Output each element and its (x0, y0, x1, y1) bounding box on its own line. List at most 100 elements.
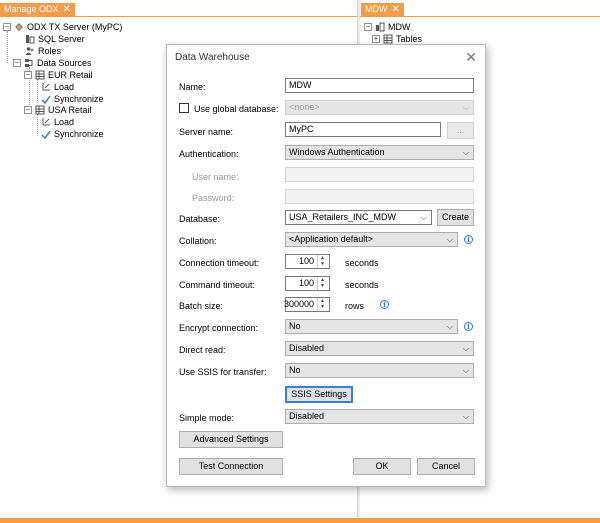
global-database-value: <none> (289, 102, 320, 112)
close-icon[interactable]: ✕ (392, 3, 400, 16)
users-icon (25, 46, 35, 56)
tree-node-roles[interactable]: Roles (25, 45, 61, 57)
tree-node-eur-retail[interactable]: − EUR Retail (24, 69, 93, 81)
tree-label: Load (54, 82, 75, 92)
tree-label: MDW (388, 22, 411, 32)
tree-node-sql-server[interactable]: SQL Server (25, 33, 85, 45)
simple-mode-select[interactable]: Disabled ⌵ (285, 409, 474, 424)
tree-node-usa-load[interactable]: Load (41, 116, 74, 128)
collapse-icon[interactable]: − (364, 23, 372, 31)
direct-read-label: Direct read: (179, 345, 226, 355)
authentication-select[interactable]: Windows Authentication ⌵ (285, 145, 474, 160)
tree-label: ODX TX Server (MyPC) (27, 22, 123, 32)
database-label: Database: (179, 214, 221, 224)
connection-timeout-unit: seconds (345, 258, 379, 268)
chevron-down-icon: ⌵ (462, 148, 469, 157)
tree-label: USA Retail (48, 105, 92, 115)
global-database-select[interactable]: <none> ⌵ (285, 100, 474, 115)
command-timeout-value: 100 (298, 278, 314, 288)
name-field[interactable]: MDW (285, 78, 474, 93)
command-timeout-label: Command timeout: (179, 280, 256, 290)
use-ssis-select[interactable]: No ⌵ (285, 363, 474, 378)
load-icon (41, 82, 51, 92)
tab-mdw[interactable]: MDW ✕ (361, 3, 404, 16)
info-icon[interactable]: i (464, 235, 473, 244)
use-global-database-checkbox[interactable] (179, 103, 189, 113)
tree-node-usa-retail[interactable]: − USA Retail (24, 104, 92, 116)
collation-label: Collation: (179, 236, 217, 246)
chevron-down-icon: ⌵ (462, 412, 469, 421)
spinner-arrows[interactable]: ▲ ▼ (317, 277, 329, 290)
encrypt-connection-select[interactable]: No ⌵ (285, 319, 458, 334)
browse-button[interactable]: ... (447, 122, 474, 139)
name-label: Name: (179, 82, 206, 92)
info-icon[interactable]: i (464, 322, 473, 331)
batch-size-value: 300000 (283, 299, 314, 309)
sync-icon (41, 94, 51, 105)
expand-icon[interactable]: + (372, 35, 380, 43)
tree-label: Data Sources (37, 58, 92, 68)
direct-read-value: Disabled (289, 343, 325, 353)
load-icon (41, 117, 51, 127)
encrypt-connection-value: No (289, 321, 301, 331)
command-timeout-stepper[interactable]: 100 ▲ ▼ (285, 276, 330, 291)
ok-button[interactable]: OK (353, 458, 411, 475)
tree-label: Tables (396, 34, 423, 44)
status-strip (0, 518, 600, 523)
server-name-field[interactable]: MyPC (285, 122, 441, 137)
encrypt-connection-label: Encrypt connection: (179, 323, 259, 333)
tab-mdw-label: MDW (365, 4, 388, 14)
database-value: USA_Retailers_INC_MDW (289, 212, 397, 222)
user-name-label: User name: (192, 172, 239, 182)
tab-manage-odx-label: Manage ODX (4, 4, 59, 14)
tree-label: Synchronize (54, 129, 104, 139)
ssis-settings-button[interactable]: SSIS Settings (285, 386, 353, 403)
connection-timeout-stepper[interactable]: 100 ▲ ▼ (285, 254, 330, 269)
spinner-arrows[interactable]: ▲ ▼ (317, 255, 329, 268)
authentication-label: Authentication: (179, 149, 239, 159)
collapse-icon[interactable]: − (13, 59, 21, 67)
password-label: Password: (192, 193, 235, 203)
database-select[interactable]: USA_Retailers_INC_MDW ⌵ (285, 210, 432, 225)
cancel-button[interactable]: Cancel (417, 458, 475, 475)
close-icon[interactable]: ✕ (465, 49, 477, 66)
connection-timeout-label: Connection timeout: (179, 258, 260, 268)
data-sources-icon (24, 58, 34, 68)
collation-value: <Application default> (289, 234, 374, 244)
collapse-icon[interactable]: − (24, 106, 32, 114)
command-timeout-unit: seconds (345, 280, 379, 290)
batch-size-stepper[interactable]: 300000 ▲ ▼ (283, 297, 330, 312)
data-warehouse-icon (375, 22, 385, 32)
collation-select[interactable]: <Application default> ⌵ (285, 232, 458, 247)
create-button[interactable]: Create (437, 209, 474, 226)
direct-read-select[interactable]: Disabled ⌵ (285, 341, 474, 356)
use-global-database-label: Use global database: (194, 104, 279, 114)
tree-label: EUR Retail (48, 70, 93, 80)
info-icon[interactable]: i (380, 300, 389, 309)
collapse-icon[interactable]: − (3, 23, 11, 31)
tree-node-server[interactable]: − ODX TX Server (MyPC) (3, 21, 122, 33)
tree-node-mdw[interactable]: − MDW (364, 21, 411, 33)
tree-node-usa-sync[interactable]: Synchronize (41, 128, 104, 140)
authentication-value: Windows Authentication (289, 147, 385, 157)
tab-manage-odx[interactable]: Manage ODX ✕ (0, 3, 75, 16)
collapse-icon[interactable]: − (24, 71, 32, 79)
connection-timeout-value: 100 (298, 256, 314, 266)
chevron-down-icon: ⌵ (462, 366, 469, 375)
chevron-down-icon: ⌵ (462, 344, 469, 353)
tree-node-data-sources[interactable]: − Data Sources (13, 57, 92, 69)
data-warehouse-dialog: Data Warehouse ✕ Name: MDW Use global da… (166, 44, 486, 487)
spinner-arrows[interactable]: ▲ ▼ (317, 298, 329, 311)
chevron-down-icon: ⌵ (446, 235, 453, 244)
use-ssis-value: No (289, 365, 301, 375)
close-icon[interactable]: ✕ (63, 3, 71, 16)
password-field[interactable] (285, 189, 474, 204)
user-name-field[interactable] (285, 167, 474, 182)
tab-underline (360, 16, 600, 17)
advanced-settings-button[interactable]: Advanced Settings (179, 431, 283, 448)
batch-size-unit: rows (345, 301, 365, 311)
test-connection-button[interactable]: Test Connection (179, 458, 283, 475)
tree-label: Synchronize (54, 94, 104, 104)
tree-label: SQL Server (38, 34, 85, 44)
tree-node-eur-load[interactable]: Load (41, 81, 74, 93)
